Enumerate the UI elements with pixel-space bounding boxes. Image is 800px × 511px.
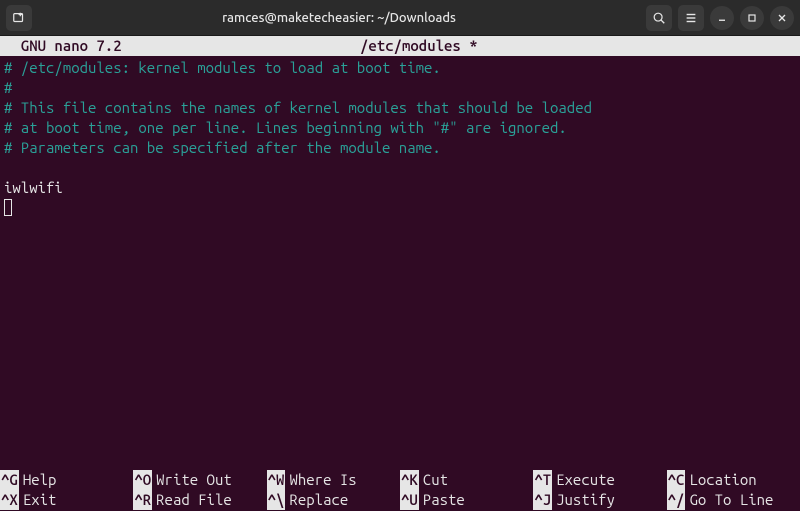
search-button[interactable] bbox=[646, 5, 672, 31]
nano-file-name: /etc/modules * bbox=[122, 36, 716, 56]
editor-line: # Parameters can be specified after the … bbox=[4, 139, 441, 156]
window-titlebar: ramces@maketecheasier: ~/Downloads bbox=[0, 0, 800, 36]
window-title: ramces@maketecheasier: ~/Downloads bbox=[32, 11, 646, 25]
shortcut-label: Read File bbox=[152, 490, 232, 510]
shortcut-key: ^W bbox=[267, 470, 286, 490]
shortcut-readfile: ^RRead File bbox=[133, 490, 266, 510]
hamburger-menu-button[interactable] bbox=[678, 5, 704, 31]
nano-status-bar: GNU nano 7.2 /etc/modules * bbox=[0, 36, 800, 56]
shortcut-justify: ^JJustify bbox=[533, 490, 666, 510]
shortcut-key: ^K bbox=[400, 470, 419, 490]
shortcut-help: ^GHelp bbox=[0, 470, 133, 490]
shortcut-label: Justify bbox=[552, 490, 615, 510]
shortcut-key: ^T bbox=[533, 470, 552, 490]
editor-line: iwlwifi bbox=[4, 179, 63, 196]
editor-line: # at boot time, one per line. Lines begi… bbox=[4, 119, 567, 136]
shortcut-cut: ^KCut bbox=[400, 470, 533, 490]
shortcut-exit: ^XExit bbox=[0, 490, 133, 510]
shortcut-key: ^C bbox=[667, 470, 686, 490]
nano-app-name: GNU nano 7.2 bbox=[4, 36, 122, 56]
shortcut-label: Write Out bbox=[152, 470, 232, 490]
shortcut-label: Execute bbox=[552, 470, 615, 490]
minimize-button[interactable] bbox=[710, 6, 734, 30]
shortcut-key: ^R bbox=[133, 490, 152, 510]
editor-line: # /etc/modules: kernel modules to load a… bbox=[4, 59, 441, 76]
shortcut-key: ^\ bbox=[267, 490, 286, 510]
shortcut-label: Paste bbox=[419, 490, 465, 510]
maximize-button[interactable] bbox=[740, 6, 764, 30]
shortcut-whereis: ^WWhere Is bbox=[267, 470, 400, 490]
nano-shortcut-bar: ^GHelp ^OWrite Out ^WWhere Is ^KCut ^TEx… bbox=[0, 470, 800, 511]
editor-line: # bbox=[4, 79, 12, 96]
shortcut-label: Replace bbox=[285, 490, 348, 510]
shortcut-key: ^G bbox=[0, 470, 19, 490]
shortcut-key: ^J bbox=[533, 490, 552, 510]
shortcut-writeout: ^OWrite Out bbox=[133, 470, 266, 490]
shortcut-paste: ^UPaste bbox=[400, 490, 533, 510]
new-tab-button[interactable] bbox=[6, 5, 32, 31]
shortcut-row-2: ^XExit ^RRead File ^\Replace ^UPaste ^JJ… bbox=[0, 490, 800, 510]
shortcut-label: Where Is bbox=[285, 470, 356, 490]
shortcut-key: ^X bbox=[0, 490, 19, 510]
nano-status-right bbox=[716, 36, 796, 56]
shortcut-key: ^U bbox=[400, 490, 419, 510]
close-button[interactable] bbox=[770, 6, 794, 30]
shortcut-execute: ^TExecute bbox=[533, 470, 666, 490]
shortcut-key: ^/ bbox=[667, 490, 686, 510]
shortcut-label: Location bbox=[685, 470, 756, 490]
editor-area[interactable]: # /etc/modules: kernel modules to load a… bbox=[0, 56, 800, 470]
shortcut-replace: ^\Replace bbox=[267, 490, 400, 510]
shortcut-key: ^O bbox=[133, 470, 152, 490]
shortcut-label: Help bbox=[19, 470, 57, 490]
shortcut-label: Go To Line bbox=[685, 490, 773, 510]
shortcut-gotoline: ^/Go To Line bbox=[667, 490, 800, 510]
shortcut-row-1: ^GHelp ^OWrite Out ^WWhere Is ^KCut ^TEx… bbox=[0, 470, 800, 490]
shortcut-label: Cut bbox=[419, 470, 448, 490]
shortcut-label: Exit bbox=[19, 490, 57, 510]
text-cursor bbox=[4, 199, 12, 216]
shortcut-location: ^CLocation bbox=[667, 470, 800, 490]
editor-line: # This file contains the names of kernel… bbox=[4, 99, 592, 116]
